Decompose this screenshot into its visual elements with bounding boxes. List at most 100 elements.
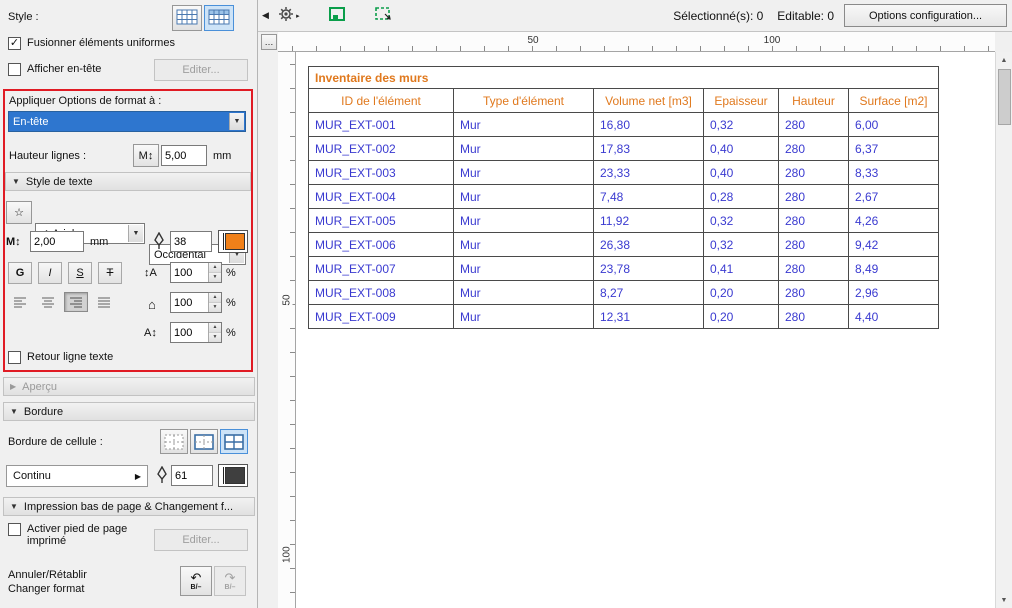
stepper-up-icon[interactable]: ▲ [209, 293, 221, 303]
table-cell[interactable]: 280 [779, 161, 849, 185]
table-cell[interactable]: 12,31 [594, 305, 704, 329]
table-style-button-1[interactable] [172, 5, 202, 31]
align-right-button[interactable] [64, 292, 88, 312]
show-header-checkbox[interactable]: Afficher en-tête [8, 63, 101, 76]
table-cell[interactable]: 280 [779, 137, 849, 161]
table-cell[interactable]: 280 [779, 209, 849, 233]
edit-header-button[interactable]: Editer... [154, 59, 248, 81]
table-cell[interactable]: 280 [779, 281, 849, 305]
table-cell[interactable]: MUR_EXT-003 [309, 161, 454, 185]
vertical-scrollbar[interactable]: ▲ ▼ [995, 52, 1012, 608]
table-cell[interactable]: 0,32 [704, 113, 779, 137]
table-cell[interactable]: 7,48 [594, 185, 704, 209]
table-cell[interactable]: 8,33 [849, 161, 939, 185]
table-cell[interactable]: 0,28 [704, 185, 779, 209]
line-type-dropdown[interactable]: Continu ▶ [6, 465, 148, 487]
table-cell[interactable]: Mur [454, 161, 594, 185]
scroll-up-icon[interactable]: ▲ [996, 52, 1012, 68]
table-cell[interactable]: MUR_EXT-008 [309, 281, 454, 305]
table-cell[interactable]: Mur [454, 305, 594, 329]
merge-uniform-checkbox[interactable]: ✓ Fusionner éléments uniformes [8, 37, 175, 50]
stepper-up-icon[interactable]: ▲ [209, 263, 221, 273]
table-cell[interactable]: Mur [454, 185, 594, 209]
redo-format-button[interactable]: ↷ B/– [214, 566, 246, 596]
italic-button[interactable]: I [38, 262, 62, 284]
table-cell[interactable]: MUR_EXT-002 [309, 137, 454, 161]
align-left-button[interactable] [8, 292, 32, 312]
text-size-input[interactable] [30, 231, 84, 252]
stepper-up-icon[interactable]: ▲ [209, 323, 221, 333]
table-cell[interactable]: 280 [779, 113, 849, 137]
table-row[interactable]: MUR_EXT-002Mur17,830,402806,37 [309, 137, 939, 161]
table-cell[interactable]: 280 [779, 233, 849, 257]
options-configuration-button[interactable]: Options configuration... [844, 4, 1007, 27]
table-cell[interactable]: 17,83 [594, 137, 704, 161]
section-footer-print[interactable]: ▼ Impression bas de page & Changement f.… [3, 497, 255, 516]
column-header[interactable]: Hauteur [779, 89, 849, 113]
table-cell[interactable]: Mur [454, 209, 594, 233]
column-header[interactable]: Surface [m2] [849, 89, 939, 113]
table-cell[interactable]: MUR_EXT-009 [309, 305, 454, 329]
marquee-tool-button[interactable] [367, 4, 399, 28]
width-factor-input[interactable] [171, 293, 208, 312]
text-pen-input[interactable] [170, 231, 212, 252]
scroll-down-icon[interactable]: ▼ [996, 592, 1012, 608]
table-title[interactable]: Inventaire des murs [309, 67, 939, 89]
table-cell[interactable]: Mur [454, 137, 594, 161]
table-row[interactable]: MUR_EXT-001Mur16,800,322806,00 [309, 113, 939, 137]
table-cell[interactable]: Mur [454, 281, 594, 305]
text-pen-color-swatch[interactable] [218, 230, 248, 253]
bold-button[interactable]: G [8, 262, 32, 284]
table-cell[interactable]: MUR_EXT-004 [309, 185, 454, 209]
table-cell[interactable]: 0,41 [704, 257, 779, 281]
stepper-down-icon[interactable]: ▼ [209, 333, 221, 342]
checkbox-box[interactable] [8, 351, 21, 364]
align-justify-button[interactable] [92, 292, 116, 312]
column-header[interactable]: Type d'élément [454, 89, 594, 113]
table-row[interactable]: MUR_EXT-003Mur23,330,402808,33 [309, 161, 939, 185]
width-factor-stepper[interactable]: ▲▼ [170, 292, 222, 313]
column-header[interactable]: Volume net [m3] [594, 89, 704, 113]
row-height-mode-button[interactable]: M↕ [133, 144, 159, 167]
table-row[interactable]: MUR_EXT-007Mur23,780,412808,49 [309, 257, 939, 281]
text-wrap-checkbox[interactable]: Retour ligne texte [8, 351, 113, 364]
favorites-star-button[interactable]: ☆ [6, 201, 32, 224]
table-row[interactable]: MUR_EXT-006Mur26,380,322809,42 [309, 233, 939, 257]
table-cell[interactable]: 0,20 [704, 281, 779, 305]
table-style-button-2[interactable] [204, 5, 234, 31]
schedule-canvas[interactable]: Inventaire des murs ID de l'élément Type… [296, 52, 995, 608]
table-cell[interactable]: 0,32 [704, 233, 779, 257]
table-row[interactable]: MUR_EXT-004Mur7,480,282802,67 [309, 185, 939, 209]
table-cell[interactable]: 0,20 [704, 305, 779, 329]
underline-button[interactable]: S [68, 262, 92, 284]
checkbox-box[interactable]: ✓ [8, 37, 21, 50]
table-cell[interactable]: 0,40 [704, 137, 779, 161]
column-header[interactable]: Epaisseur [704, 89, 779, 113]
table-row[interactable]: MUR_EXT-009Mur12,310,202804,40 [309, 305, 939, 329]
border-pen-color-swatch[interactable] [218, 464, 248, 487]
stepper-down-icon[interactable]: ▼ [209, 273, 221, 282]
table-cell[interactable]: 280 [779, 185, 849, 209]
table-cell[interactable]: 8,27 [594, 281, 704, 305]
table-cell[interactable]: 26,38 [594, 233, 704, 257]
line-spacing-input[interactable] [171, 263, 208, 282]
table-cell[interactable]: MUR_EXT-001 [309, 113, 454, 137]
stepper-down-icon[interactable]: ▼ [209, 303, 221, 312]
print-footer-checkbox[interactable]: Activer pied de page imprimé [8, 523, 148, 547]
section-text-style[interactable]: ▼ Style de texte [5, 172, 251, 191]
schedule-options-gear-button[interactable]: ▸ [273, 4, 305, 28]
chevron-down-icon[interactable]: ▼ [128, 225, 143, 242]
border-outline-button[interactable] [190, 429, 218, 454]
table-cell[interactable]: 6,37 [849, 137, 939, 161]
table-cell[interactable]: 4,26 [849, 209, 939, 233]
table-cell[interactable]: 23,78 [594, 257, 704, 281]
scrollbar-thumb[interactable] [998, 69, 1011, 125]
strikethrough-button[interactable]: T [98, 262, 122, 284]
line-spacing-stepper[interactable]: ▲▼ [170, 262, 222, 283]
row-height-input[interactable] [161, 145, 207, 166]
section-preview[interactable]: ▶ Aperçu [3, 377, 255, 396]
table-cell[interactable]: Mur [454, 233, 594, 257]
chevron-down-icon[interactable]: ▼ [229, 113, 244, 130]
checkbox-box[interactable] [8, 63, 21, 76]
horizontal-ruler[interactable]: 50 100 [278, 32, 995, 52]
